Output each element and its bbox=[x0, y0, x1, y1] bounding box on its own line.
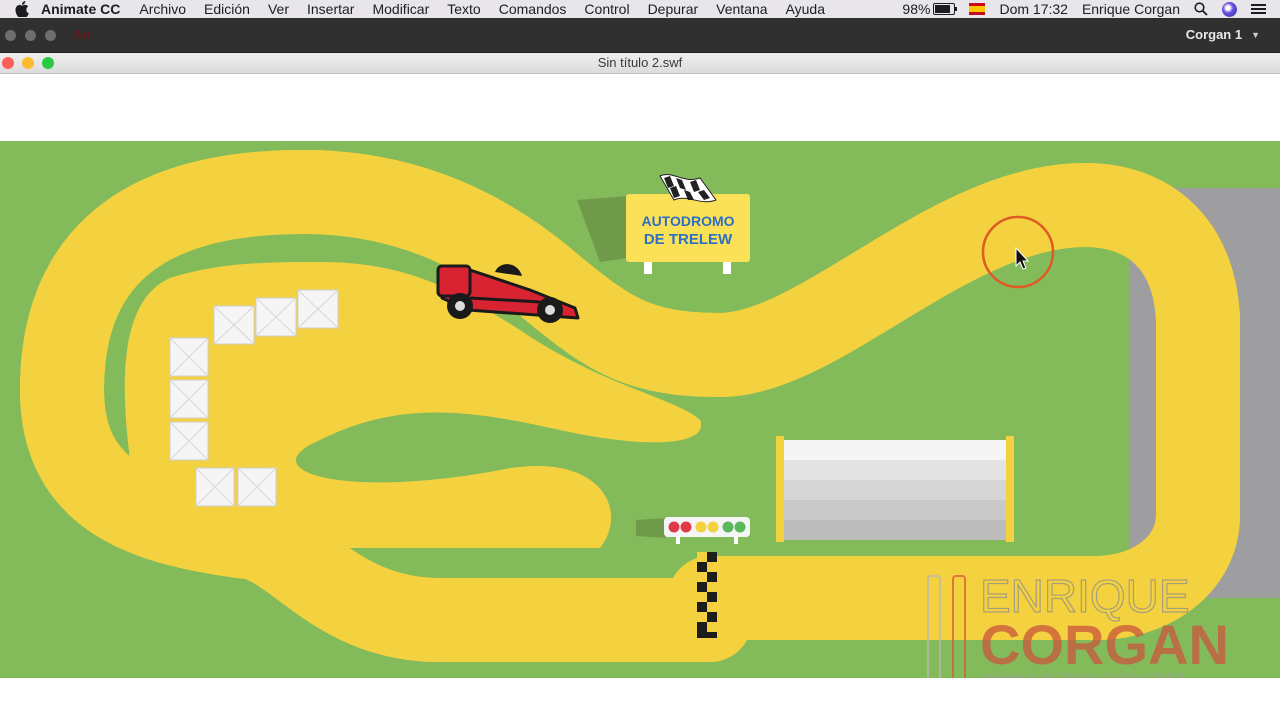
watermark-line3: Ingeniero en Diseño Gráfico Digital bbox=[982, 670, 1184, 678]
menu-archivo[interactable]: Archivo bbox=[139, 1, 186, 17]
app-zoom-dot[interactable] bbox=[45, 30, 56, 41]
macos-menu-bar: Animate CC Archivo Edición Ver Insertar … bbox=[0, 0, 1280, 18]
menu-modificar[interactable]: Modificar bbox=[372, 1, 429, 17]
apple-icon[interactable] bbox=[15, 1, 29, 17]
menu-insertar[interactable]: Insertar bbox=[307, 1, 354, 17]
animate-app-bar: An Corgan 1 ▼ bbox=[0, 18, 1280, 53]
spotlight-search-icon[interactable] bbox=[1194, 2, 1208, 16]
menu-texto[interactable]: Texto bbox=[447, 1, 480, 17]
racetrack-scene: AUTODROMO DE TRELEW ENRIQUE CORGAN Ingen bbox=[0, 141, 1280, 678]
menubar-status-area: 98% Dom 17:32 Enrique Corgan bbox=[902, 0, 1280, 18]
sign-text-line2: DE TRELEW bbox=[644, 231, 733, 248]
battery-percent: 98% bbox=[902, 1, 931, 17]
spain-flag-input-icon[interactable] bbox=[969, 3, 986, 15]
chevron-down-icon: ▼ bbox=[1251, 29, 1260, 40]
siri-icon[interactable] bbox=[1222, 1, 1237, 17]
menu-ventana[interactable]: Ventana bbox=[716, 1, 767, 17]
battery-status[interactable]: 98% bbox=[902, 1, 958, 17]
window-title: Sin título 2.swf bbox=[597, 55, 683, 70]
menu-comandos[interactable]: Comandos bbox=[499, 1, 567, 17]
workspace-switcher[interactable]: Corgan 1 ▼ bbox=[1186, 27, 1260, 42]
swf-stage: AUTODROMO DE TRELEW ENRIQUE CORGAN Ingen bbox=[0, 74, 1280, 720]
menu-depurar[interactable]: Depurar bbox=[648, 1, 699, 17]
battery-charging-icon bbox=[933, 3, 958, 15]
app-close-dot[interactable] bbox=[5, 30, 16, 41]
menu-ver[interactable]: Ver bbox=[268, 1, 289, 17]
workspace-name: Corgan 1 bbox=[1185, 27, 1243, 42]
swf-window-titlebar[interactable]: Sin título 2.swf bbox=[0, 53, 1280, 74]
start-finish-line bbox=[697, 552, 717, 638]
menubar-clock[interactable]: Dom 17:32 bbox=[999, 1, 1067, 17]
menu-control[interactable]: Control bbox=[584, 1, 629, 17]
menu-ayuda[interactable]: Ayuda bbox=[786, 1, 825, 17]
notification-center-icon[interactable] bbox=[1251, 4, 1266, 14]
grandstand bbox=[776, 436, 1014, 542]
menubar-user[interactable]: Enrique Corgan bbox=[1082, 1, 1180, 17]
app-minimize-dot[interactable] bbox=[25, 30, 36, 41]
menu-app-name[interactable]: Animate CC bbox=[41, 1, 120, 17]
watermark-line2: CORGAN bbox=[980, 613, 1229, 676]
menu-edicion[interactable]: Edición bbox=[204, 1, 250, 17]
sign-text-line1: AUTODROMO bbox=[641, 213, 734, 229]
animate-logo: An bbox=[73, 27, 91, 42]
